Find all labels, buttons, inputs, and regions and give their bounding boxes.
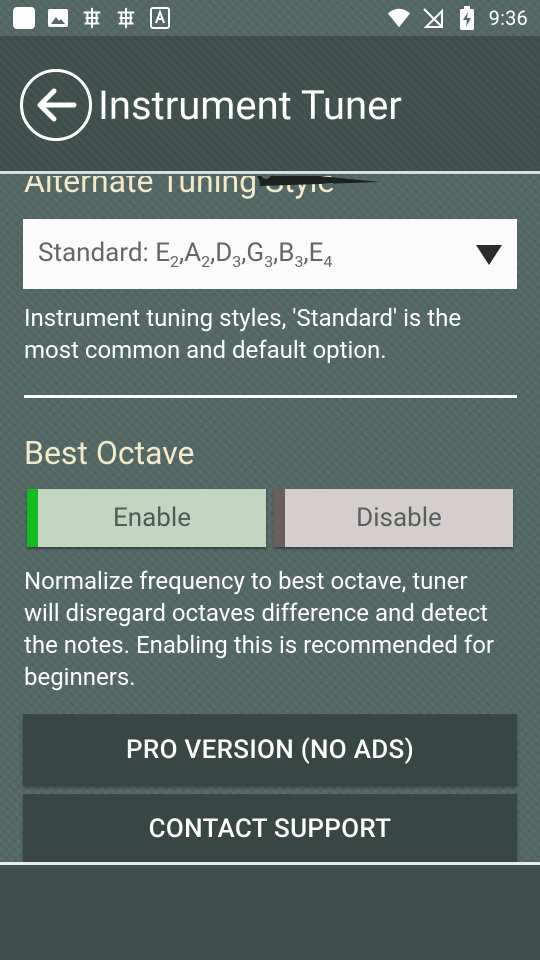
- bottom-panel: [0, 862, 540, 960]
- tuning-style-selected: Standard: E2,A2,D3,G3,B3,E4: [38, 237, 333, 271]
- notification-icons: [12, 6, 172, 30]
- best-octave-description: Normalize frequency to best octave, tune…: [24, 567, 495, 691]
- contact-support-button[interactable]: CONTACT SUPPORT: [23, 794, 517, 862]
- wifi-icon: [387, 6, 411, 30]
- bug-icon: [80, 6, 104, 30]
- back-button[interactable]: [20, 69, 92, 141]
- arrow-left-icon: [37, 88, 77, 122]
- tuner-needle-icon: [257, 176, 380, 186]
- no-sim-icon: [421, 6, 445, 30]
- enable-button[interactable]: Enable: [27, 489, 266, 547]
- status-bar: 9:36: [0, 0, 540, 36]
- system-icons: 9:36: [387, 6, 528, 30]
- pro-version-button[interactable]: PRO VERSION (NO ADS): [23, 714, 517, 786]
- font-a-icon: [148, 6, 172, 30]
- best-octave-heading: Best Octave: [24, 434, 195, 472]
- disable-button[interactable]: Disable: [274, 489, 513, 547]
- bug-icon: [114, 6, 138, 30]
- dropdown-triangle-icon: [476, 245, 502, 265]
- app-toolbar: Instrument Tuner: [0, 36, 540, 174]
- tuning-style-dropdown[interactable]: Standard: E2,A2,D3,G3,B3,E4: [23, 219, 517, 289]
- battery-charging-icon: [455, 6, 479, 30]
- app-square-icon: [12, 6, 36, 30]
- tuning-style-description: Instrument tuning styles, 'Standard' is …: [24, 304, 462, 364]
- settings-content[interactable]: Alternate Tuning Style Standard: E2,A2,D…: [0, 176, 540, 862]
- page-title: Instrument Tuner: [98, 82, 402, 129]
- status-clock: 9:36: [488, 6, 528, 30]
- section-divider: [24, 395, 517, 398]
- image-icon: [46, 6, 70, 30]
